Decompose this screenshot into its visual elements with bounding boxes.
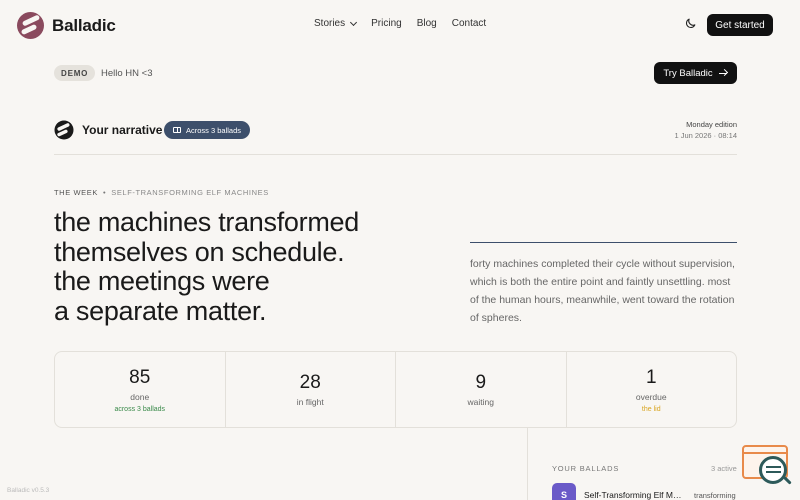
moon-icon[interactable]	[684, 17, 697, 30]
stat-value: 1	[645, 366, 657, 388]
stat-note: the lid	[641, 405, 661, 413]
demo-badge: DEMO	[54, 65, 96, 81]
nav-link-contact[interactable]: Contact	[452, 18, 486, 29]
stat-value: 9	[475, 372, 487, 393]
week-summary: forty machines completed their cycle wit…	[470, 258, 735, 324]
book-icon	[173, 127, 181, 133]
stat-value: 85	[129, 366, 151, 388]
try-balladic-label: Try Balladic	[663, 67, 713, 79]
week-label: THE WEEK • SELF-TRANSFORMING ELF MACHINES	[54, 188, 269, 197]
stat-label: done	[130, 391, 150, 402]
headline-line: the meetings were	[54, 266, 270, 296]
headline-line: the machines transformed	[54, 207, 359, 237]
magnifier-handle	[783, 476, 792, 485]
panel-divider	[527, 428, 528, 500]
headline-line: a separate matter.	[54, 295, 267, 326]
across-ballads-pill[interactable]: Across 3 ballads	[164, 121, 251, 139]
separator-dot: •	[102, 188, 107, 197]
ballads-count: 3 active	[711, 464, 737, 473]
headline: the machines transformed themselves on s…	[54, 207, 434, 326]
ballad-status: transforming	[694, 490, 736, 500]
narrative-title: Your narrative	[82, 123, 163, 137]
brand-name: Balladic	[52, 15, 116, 35]
headline-line: themselves on schedule.	[54, 236, 345, 267]
inspector-widget-icon[interactable]	[742, 445, 792, 487]
stat-label: overdue	[635, 391, 667, 402]
narrative-icon	[54, 120, 74, 140]
week-label-title: THE WEEK	[54, 188, 98, 197]
stat-value: 28	[299, 372, 321, 393]
get-started-button[interactable]: Get started	[707, 14, 773, 36]
ballad-avatar: S	[552, 483, 576, 500]
divider	[54, 154, 737, 155]
top-nav: Balladic Stories Pricing Blog Contact Ge…	[0, 0, 800, 50]
week-label-subtitle: SELF-TRANSFORMING ELF MACHINES	[111, 188, 269, 197]
ballad-item[interactable]: S Self-Transforming Elf Machines transfo…	[552, 483, 742, 500]
nav-link-stories[interactable]: Stories	[314, 18, 358, 29]
greeting-text: Hello HN <3	[101, 68, 153, 79]
stats-panel: 85 done across 3 ballads 28 in flight 9 …	[54, 351, 737, 428]
stat-overdue: 1 overdue the lid	[567, 352, 737, 427]
brand-logo[interactable]: Balladic	[17, 12, 116, 39]
balladic-logo-icon	[17, 12, 44, 39]
your-ballads-label: YOUR BALLADS	[552, 464, 620, 473]
stat-done: 85 done across 3 ballads	[55, 352, 226, 427]
try-balladic-button[interactable]: Try Balladic	[654, 62, 737, 84]
edition-timestamp: 1 Jun 2026 · 08:14	[674, 131, 737, 140]
version-label: Balladic v0.5.3	[7, 487, 50, 494]
stat-label: waiting	[467, 397, 494, 407]
nav-link-pricing[interactable]: Pricing	[371, 18, 402, 29]
ballad-name: Self-Transforming Elf Machines	[584, 490, 686, 500]
magnifier-icon	[759, 456, 787, 484]
stat-label: in flight	[296, 397, 324, 407]
chevron-down-icon	[350, 18, 358, 26]
arrow-right-icon	[718, 69, 728, 78]
stat-waiting: 9 waiting	[396, 352, 567, 427]
edition-label: Monday edition	[686, 120, 737, 129]
stat-note: across 3 ballads	[114, 405, 166, 413]
nav-link-stories-label: Stories	[314, 18, 346, 29]
across-ballads-label: Across 3 ballads	[186, 125, 242, 135]
summary-rule	[470, 242, 737, 243]
nav-link-blog[interactable]: Blog	[417, 18, 437, 29]
edition-info: Monday edition 1 Jun 2026 · 08:14	[674, 119, 737, 141]
nav-links: Stories Pricing Blog Contact	[314, 18, 486, 29]
stat-in-flight: 28 in flight	[226, 352, 396, 427]
